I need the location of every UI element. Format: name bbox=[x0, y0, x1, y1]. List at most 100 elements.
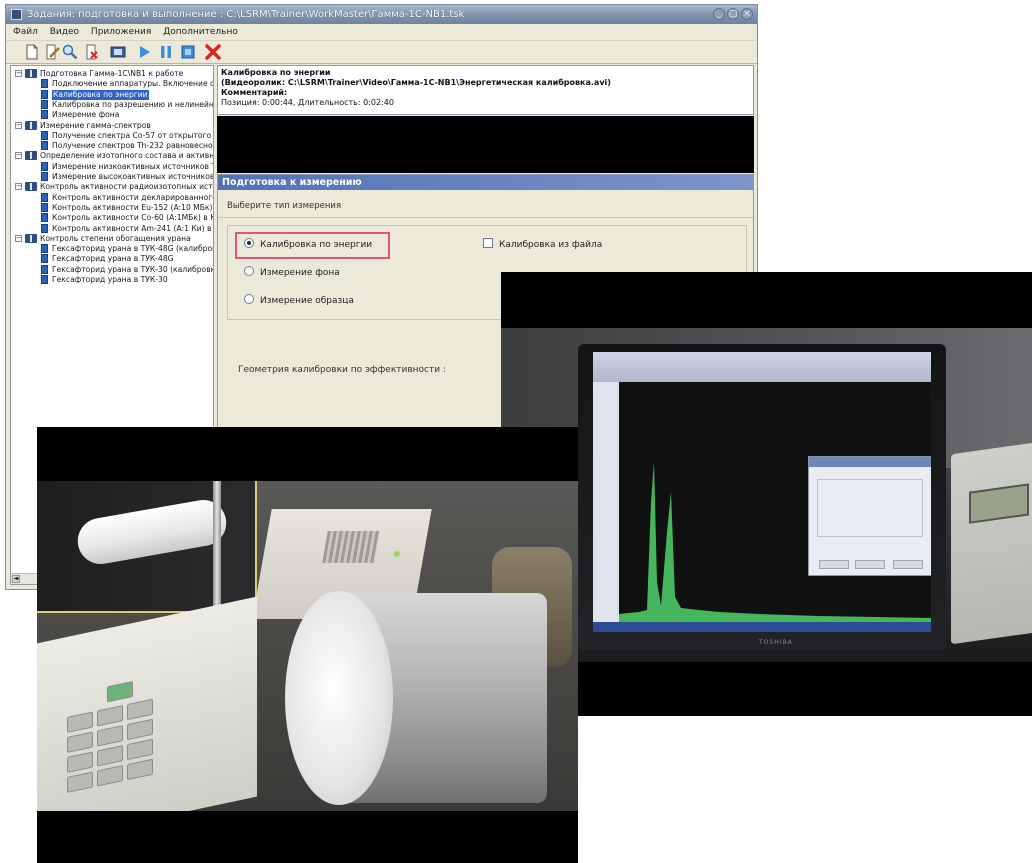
vent-grill bbox=[322, 531, 380, 563]
detector-face bbox=[285, 591, 393, 805]
close-icon[interactable] bbox=[205, 44, 221, 60]
radio-icon[interactable] bbox=[244, 294, 254, 304]
maximize-button[interactable]: □ bbox=[727, 8, 739, 20]
expand-collapse-icon[interactable]: − bbox=[15, 70, 22, 77]
book-icon bbox=[25, 69, 37, 78]
radio-label: Измерение фона bbox=[260, 268, 340, 278]
laptop-screen bbox=[593, 352, 931, 622]
delete-icon[interactable] bbox=[84, 44, 100, 60]
checkbox-label: Калибровка из файла bbox=[499, 240, 603, 250]
expand-collapse-icon[interactable]: − bbox=[15, 121, 22, 129]
geometry-label: Геометрия калибровки по эффективности : bbox=[238, 365, 446, 375]
tree-label: Измерение фона bbox=[52, 110, 120, 120]
document-icon bbox=[41, 275, 48, 284]
dialog-prompt: Выберите тип измерения bbox=[227, 201, 342, 211]
stop-icon[interactable] bbox=[180, 44, 196, 60]
tree-label: Контроль активности Eu-152 (A:10 МБк) в … bbox=[52, 202, 214, 212]
tree-label: Калибровка по энергии bbox=[52, 89, 149, 100]
title-bar[interactable]: Задания: подготовка и выполнение : C:\LS… bbox=[6, 5, 757, 24]
tree-label: Гексафторид урана в ТУК-48G (калибровка … bbox=[52, 244, 213, 254]
radio-label: Измерение образца bbox=[260, 296, 354, 306]
analyzer-device bbox=[951, 441, 1032, 645]
tree-label: Измерение гамма-спектров bbox=[40, 120, 151, 130]
document-icon bbox=[41, 110, 48, 120]
info-title: Калибровка по энергии bbox=[221, 68, 331, 77]
screen-toolbar bbox=[593, 352, 931, 382]
screen-sidebar bbox=[593, 382, 619, 622]
status-led bbox=[393, 551, 401, 557]
video-frame-detector bbox=[37, 427, 578, 863]
find-icon[interactable] bbox=[62, 44, 78, 60]
menu-file[interactable]: Файл bbox=[13, 27, 38, 37]
tree-label: Определение изотопного состава и активно… bbox=[40, 151, 214, 161]
dialog-separator bbox=[218, 217, 753, 218]
tree-label: Гексафторид урана в ТУК-30 bbox=[52, 275, 168, 284]
tree-label: Контроль активности радиоизотопных источ… bbox=[40, 182, 213, 192]
document-icon bbox=[41, 213, 48, 223]
expand-collapse-icon[interactable]: − bbox=[15, 183, 22, 191]
video-player-area[interactable] bbox=[217, 116, 754, 173]
edit-icon[interactable] bbox=[44, 44, 60, 60]
tree-label: Получение спектра Co-57 от открытого ист… bbox=[52, 130, 213, 140]
menu-applications[interactable]: Приложения bbox=[91, 27, 151, 37]
tree-label: Контроль активности Co-60 (A:1МБк) в КТ1… bbox=[52, 213, 213, 223]
calibration-from-file-checkbox[interactable]: Калибровка из файла bbox=[483, 238, 602, 251]
screen-taskbar bbox=[593, 622, 931, 632]
media-icon[interactable] bbox=[110, 44, 126, 60]
inset-source-closeup bbox=[37, 481, 257, 613]
tree-label: Контроль степени обогащения урана bbox=[40, 233, 191, 243]
document-icon bbox=[41, 161, 48, 171]
app-icon bbox=[11, 9, 22, 20]
tree-label: Калибровка по разрешению и нелинейности bbox=[52, 99, 214, 109]
tree-label: Гексафторид урана в ТУК-30 (калибровка п… bbox=[52, 264, 214, 274]
document-icon bbox=[41, 244, 48, 254]
screen-dialog bbox=[808, 456, 931, 576]
tree-label: Измерение высокоактивных источников Cs- bbox=[52, 172, 214, 181]
expand-collapse-icon[interactable]: − bbox=[15, 234, 22, 242]
document-icon bbox=[41, 223, 48, 233]
dialog-title: Подготовка к измерению bbox=[218, 175, 753, 190]
window-title: Задания: подготовка и выполнение : C:\LS… bbox=[27, 9, 465, 20]
book-icon bbox=[25, 182, 37, 192]
tree-label: Контроль активности декларированного Ir-… bbox=[52, 192, 214, 202]
scroll-left-arrow[interactable]: ◄ bbox=[12, 575, 20, 583]
document-icon bbox=[41, 264, 48, 274]
document-icon bbox=[41, 192, 48, 202]
new-doc-icon[interactable] bbox=[24, 44, 40, 60]
detector-scene bbox=[37, 481, 578, 811]
radio-background-measurement[interactable]: Измерение фона bbox=[244, 266, 340, 279]
tree-label: Подготовка Гамма-1С\NB1 к работе bbox=[40, 69, 184, 78]
menu-video[interactable]: Видео bbox=[50, 27, 79, 37]
expand-collapse-icon[interactable]: − bbox=[15, 152, 22, 160]
info-position: Позиция: 0:00:44, Длительность: 0:02:40 bbox=[221, 98, 394, 107]
document-icon bbox=[41, 79, 48, 89]
minimize-button[interactable]: _ bbox=[713, 8, 725, 20]
menu-bar: Файл Видео Приложения Дополнительно bbox=[6, 24, 757, 41]
control-keypad bbox=[37, 596, 257, 811]
document-icon bbox=[41, 141, 48, 151]
play-icon[interactable] bbox=[136, 44, 152, 60]
pause-icon[interactable] bbox=[158, 44, 174, 60]
tree-label: Измерение низкоактивных источников Th-23 bbox=[52, 161, 213, 171]
document-icon bbox=[41, 130, 48, 140]
book-icon bbox=[25, 151, 37, 161]
checkbox-icon[interactable] bbox=[483, 238, 493, 248]
menu-extra[interactable]: Дополнительно bbox=[163, 27, 238, 37]
video-frame-laptop: TOSHIBA bbox=[501, 272, 1032, 716]
toolbar bbox=[6, 41, 757, 64]
device-display bbox=[969, 483, 1029, 524]
info-comment: Комментарий: bbox=[221, 88, 288, 97]
source-tube bbox=[74, 496, 230, 568]
radio-icon[interactable] bbox=[244, 266, 254, 276]
document-icon bbox=[41, 89, 48, 99]
document-icon bbox=[41, 99, 48, 109]
laptop-scene: TOSHIBA bbox=[501, 328, 1032, 662]
tree-label: Получение спектров Th-232 равновесного (… bbox=[52, 141, 214, 151]
book-icon bbox=[25, 233, 37, 243]
tree-label: Контроль активности Am-241 (A:1 Ки) в КТ… bbox=[52, 223, 213, 233]
info-video-path: (Видеоролик: C:\LSRM\Trainer\Video\Гамма… bbox=[221, 78, 611, 87]
radio-sample-measurement[interactable]: Измерение образца bbox=[244, 294, 354, 307]
close-button[interactable]: × bbox=[741, 8, 753, 20]
document-icon bbox=[41, 202, 48, 212]
video-info-panel: Калибровка по энергии (Видеоролик: C:\LS… bbox=[217, 65, 754, 115]
